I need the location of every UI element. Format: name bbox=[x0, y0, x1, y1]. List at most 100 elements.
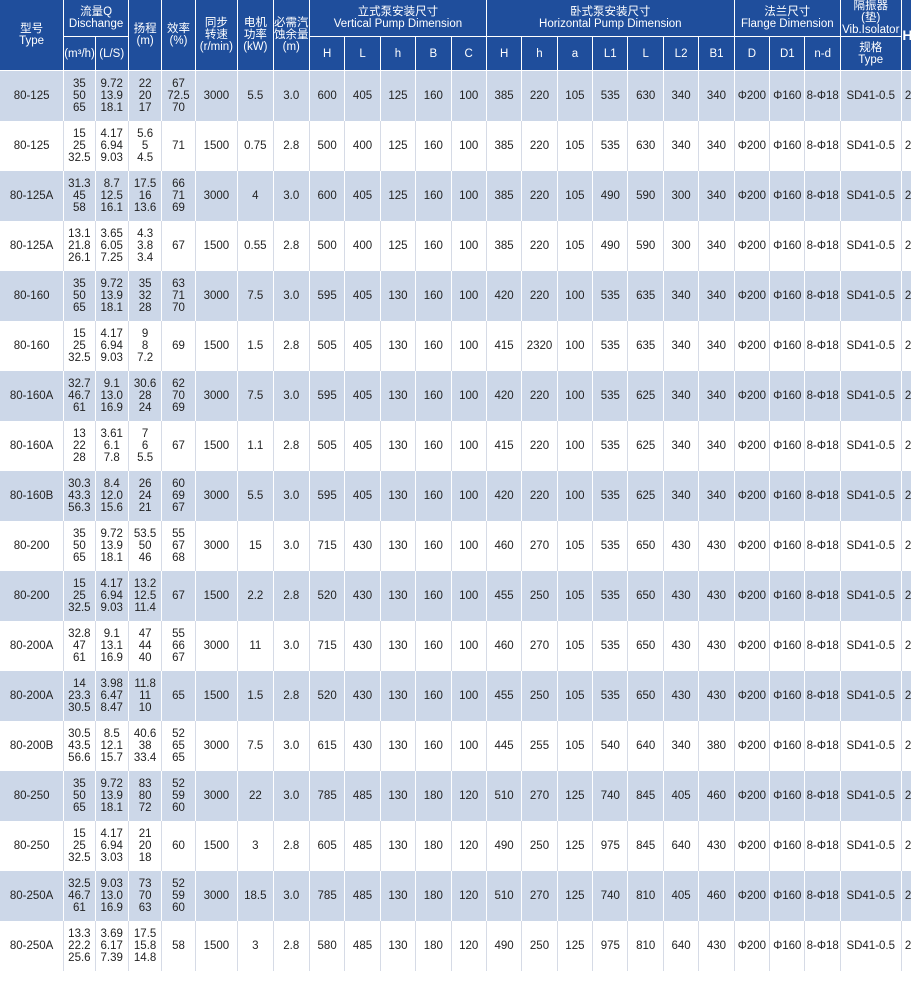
cell-h-h: 220 bbox=[521, 70, 558, 121]
cell-h-H: 415 bbox=[486, 321, 523, 371]
cell-h-L1: 535 bbox=[592, 421, 629, 471]
cell-h-L2: 430 bbox=[663, 671, 700, 721]
cell-h-B1: 340 bbox=[698, 171, 735, 221]
header-isolator: 隔振器 (垫) Vib.Isolator bbox=[840, 0, 902, 37]
cell-npsh: 2.8 bbox=[273, 821, 310, 871]
cell-flow-m3h: 13.1 21.8 26.1 bbox=[63, 221, 96, 271]
cell-h-L: 625 bbox=[627, 471, 664, 521]
cell-v-B: 160 bbox=[415, 671, 452, 721]
cell-isolator-type: SD41-0.5 bbox=[840, 571, 902, 621]
table-row: 80-250A 13.3 22.2 25.6 3.69 6.17 7.39 17.5 … bbox=[0, 921, 911, 971]
cell-h-L: 635 bbox=[627, 321, 664, 371]
cell-power: 0.75 bbox=[237, 121, 274, 171]
cell-h-H: 510 bbox=[486, 871, 523, 921]
cell-v-H: 505 bbox=[309, 321, 346, 371]
cell-h-h: 2320 bbox=[521, 321, 558, 371]
cell-h-B1: 430 bbox=[698, 821, 735, 871]
cell-f-D: Φ200 bbox=[734, 771, 771, 821]
cell-h1: 20 bbox=[901, 421, 911, 471]
header-power: 电机 功率 (kW) bbox=[237, 0, 274, 71]
cell-isolator-type: SD41-0.5 bbox=[840, 871, 902, 921]
cell-efficiency: 55 67 68 bbox=[161, 521, 196, 571]
cell-h-h: 250 bbox=[521, 571, 558, 621]
cell-head: 5.6 5 4.5 bbox=[128, 121, 163, 171]
cell-h1: 20 bbox=[901, 721, 911, 771]
cell-efficiency: 67 bbox=[161, 221, 196, 271]
cell-npsh: 3.0 bbox=[273, 171, 310, 221]
cell-flow-ls: 8.5 12.1 15.7 bbox=[95, 721, 129, 771]
cell-v-h: 130 bbox=[380, 371, 417, 421]
cell-speed: 3000 bbox=[195, 521, 239, 571]
cell-h-a: 125 bbox=[557, 771, 594, 821]
cell-v-L: 405 bbox=[344, 70, 381, 121]
cell-f-D1: Φ160 bbox=[769, 771, 806, 821]
cell-h-L: 625 bbox=[627, 371, 664, 421]
cell-h-L: 635 bbox=[627, 271, 664, 321]
cell-v-L: 405 bbox=[344, 321, 381, 371]
table-row: 80-160B 30.3 43.3 56.3 8.4 12.0 15.6 26 24 … bbox=[0, 471, 911, 521]
cell-flow-ls: 8.7 12.5 16.1 bbox=[95, 171, 129, 221]
cell-h-B1: 460 bbox=[698, 871, 735, 921]
cell-v-C: 100 bbox=[451, 171, 487, 221]
cell-h1: 20 bbox=[901, 171, 911, 221]
cell-h-H: 420 bbox=[486, 371, 523, 421]
cell-h-L: 630 bbox=[627, 121, 664, 171]
cell-head: 47 44 40 bbox=[128, 621, 163, 671]
cell-v-C: 120 bbox=[451, 871, 487, 921]
cell-h1: 20 bbox=[901, 521, 911, 571]
cell-speed: 1500 bbox=[195, 421, 239, 471]
cell-h-h: 270 bbox=[521, 771, 558, 821]
cell-npsh: 3.0 bbox=[273, 271, 310, 321]
cell-head: 26 24 21 bbox=[128, 471, 163, 521]
header-v-h: h bbox=[380, 36, 417, 71]
cell-v-H: 595 bbox=[309, 371, 346, 421]
cell-v-L: 430 bbox=[344, 571, 381, 621]
cell-v-B: 160 bbox=[415, 571, 452, 621]
cell-power: 1.1 bbox=[237, 421, 274, 471]
cell-type: 80-125 bbox=[0, 70, 65, 121]
cell-f-D1: Φ160 bbox=[769, 371, 806, 421]
cell-h1: 20 bbox=[901, 271, 911, 321]
cell-h-B1: 340 bbox=[698, 271, 735, 321]
cell-v-H: 520 bbox=[309, 671, 346, 721]
cell-f-D: Φ200 bbox=[734, 571, 771, 621]
cell-v-C: 100 bbox=[451, 321, 487, 371]
cell-v-H: 600 bbox=[309, 171, 346, 221]
cell-f-D1: Φ160 bbox=[769, 621, 806, 671]
cell-h-L: 810 bbox=[627, 921, 664, 971]
cell-type: 80-200 bbox=[0, 521, 65, 571]
cell-h-B1: 430 bbox=[698, 571, 735, 621]
cell-head: 17.5 15.8 14.8 bbox=[128, 921, 163, 971]
cell-f-D: Φ200 bbox=[734, 121, 771, 171]
cell-efficiency: 69 bbox=[161, 321, 196, 371]
cell-speed: 3000 bbox=[195, 621, 239, 671]
cell-v-L: 400 bbox=[344, 121, 381, 171]
cell-h-L2: 430 bbox=[663, 571, 700, 621]
cell-type: 80-160B bbox=[0, 471, 65, 521]
cell-v-B: 160 bbox=[415, 471, 452, 521]
cell-type: 80-160 bbox=[0, 321, 65, 371]
cell-h-B1: 340 bbox=[698, 471, 735, 521]
header-h-H: H bbox=[486, 36, 523, 71]
cell-flow-ls: 9.72 13.9 18.1 bbox=[95, 271, 129, 321]
cell-h-L1: 535 bbox=[592, 70, 629, 121]
cell-speed: 1500 bbox=[195, 921, 239, 971]
cell-h-L1: 975 bbox=[592, 921, 629, 971]
cell-npsh: 3.0 bbox=[273, 621, 310, 671]
cell-v-h: 130 bbox=[380, 721, 417, 771]
cell-v-H: 595 bbox=[309, 471, 346, 521]
cell-v-L: 430 bbox=[344, 671, 381, 721]
table-row: 80-160A 13 22 28 3.61 6.1 7.8 7 6 5.5 67 1500… bbox=[0, 421, 911, 471]
cell-f-D1: Φ160 bbox=[769, 221, 806, 271]
cell-v-H: 500 bbox=[309, 221, 346, 271]
cell-v-h: 130 bbox=[380, 871, 417, 921]
cell-h-L: 810 bbox=[627, 871, 664, 921]
cell-h-B1: 430 bbox=[698, 521, 735, 571]
cell-h-L1: 535 bbox=[592, 271, 629, 321]
cell-v-L: 485 bbox=[344, 871, 381, 921]
cell-v-B: 180 bbox=[415, 771, 452, 821]
cell-h-a: 125 bbox=[557, 871, 594, 921]
header-vertical: 立式泵安装尺寸 Vertical Pump Dimension bbox=[309, 0, 487, 37]
cell-type: 80-200A bbox=[0, 671, 65, 721]
cell-f-D: Φ200 bbox=[734, 371, 771, 421]
